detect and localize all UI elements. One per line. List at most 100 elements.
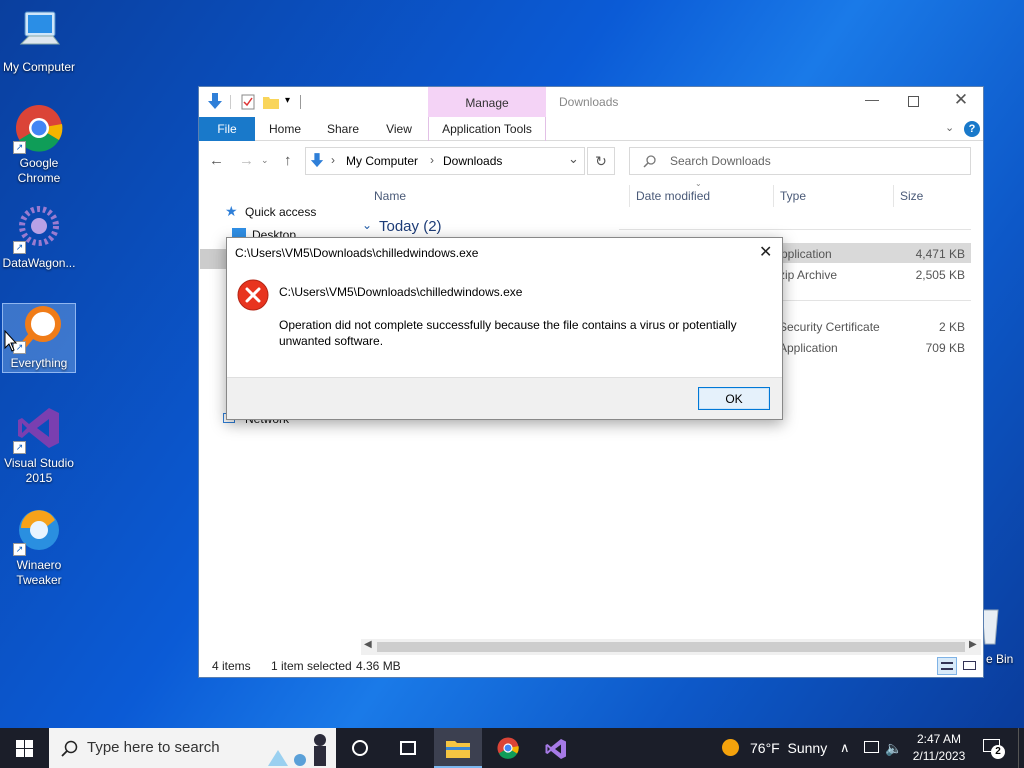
search-icon (61, 740, 78, 757)
task-view-icon (400, 741, 416, 755)
qat-dropdown-icon[interactable]: ▾ (285, 95, 290, 106)
forward-button[interactable]: → (239, 152, 254, 169)
help-icon[interactable]: ? (964, 121, 980, 137)
cortana-button[interactable] (336, 728, 384, 768)
chevron-right-icon: › (430, 153, 434, 167)
dialog-close-button[interactable]: ✕ (759, 242, 772, 262)
ok-button[interactable]: OK (698, 387, 770, 410)
address-bar[interactable]: › My Computer › Downloads ⌄ (305, 147, 585, 175)
clock-date[interactable]: 2/11/2023 (906, 749, 972, 763)
file-type-cell: Application (779, 341, 838, 355)
desktop-icon-recycle-bin[interactable]: e Bin (978, 606, 1024, 666)
file-size-cell: 2,505 KB (915, 268, 965, 282)
file-type-cell: Application (773, 247, 832, 261)
large-icons-view-button[interactable] (961, 657, 979, 675)
windows-logo-icon (15, 740, 33, 757)
desktop-icon-winaero-tweaker[interactable]: ↗ Winaero Tweaker (2, 506, 76, 588)
refresh-button[interactable]: ↻ (587, 147, 615, 175)
visual-studio-icon (545, 739, 566, 759)
desktop-icon-my-computer[interactable]: My Computer (2, 8, 76, 75)
group-divider (619, 229, 971, 230)
tab-home[interactable]: Home (261, 117, 309, 141)
maximize-button[interactable] (908, 96, 919, 107)
download-arrow-icon (208, 93, 222, 109)
tab-file[interactable]: File (199, 117, 255, 141)
desktop-icon-label: Winaero Tweaker (16, 558, 62, 587)
file-type-cell: Security Certificate (779, 320, 880, 334)
desktop-icon-visual-studio[interactable]: ↗ Visual Studio 2015 (2, 404, 76, 486)
group-header[interactable]: Today (2) (379, 218, 442, 235)
weather-text[interactable]: 76°F Sunny (750, 728, 827, 768)
nav-selected-row (200, 249, 226, 269)
desktop-icon-label: Visual Studio 2015 (4, 456, 74, 485)
taskbar: Type here to search 76°F Sunny ∧ 🔈 2:47 … (0, 728, 1024, 768)
new-folder-icon[interactable] (263, 95, 279, 109)
cortana-icon (352, 740, 368, 756)
window-title: Downloads (559, 95, 619, 109)
manage-context-tab[interactable]: Manage (428, 87, 546, 117)
weather-sun-icon (722, 739, 739, 756)
star-icon: ★ (225, 203, 238, 219)
task-view-button[interactable] (384, 728, 432, 768)
chevron-right-icon: › (331, 153, 335, 167)
status-item-count: 4 items (212, 659, 251, 673)
tab-view[interactable]: View (375, 117, 423, 141)
taskbar-file-explorer[interactable] (434, 728, 482, 768)
file-size-cell: 709 KB (925, 341, 965, 355)
column-header-date-modified[interactable]: Date modified (629, 185, 710, 207)
properties-icon[interactable] (241, 94, 255, 110)
visual-studio-icon: ↗ (13, 404, 63, 454)
minimize-button[interactable]: — (862, 91, 882, 107)
desktop-icon-datawagon[interactable]: ↗ DataWagon... (2, 204, 76, 271)
search-highlight-illustration-icon (268, 734, 326, 766)
desktop-icon-label: Everything (10, 356, 68, 370)
shortcut-arrow-icon: ↗ (13, 141, 26, 154)
horizontal-scrollbar[interactable]: ◀ ▶ (361, 639, 981, 655)
tab-application-tools[interactable]: Application Tools (428, 117, 546, 141)
show-hidden-icons-button[interactable]: ∧ (840, 728, 850, 768)
search-input[interactable]: Search Downloads (629, 147, 971, 175)
back-button[interactable]: ← (209, 152, 224, 169)
everything-icon: ↗ (13, 304, 63, 354)
error-icon (237, 279, 269, 311)
close-button[interactable]: ✕ (951, 90, 971, 110)
dialog-footer: OK (227, 377, 782, 419)
breadcrumb-downloads[interactable]: Downloads (443, 154, 502, 168)
dialog-title: C:\Users\VM5\Downloads\chilledwindows.ex… (235, 246, 479, 260)
scroll-right-icon[interactable]: ▶ (969, 639, 977, 650)
status-selected: 1 item selected (271, 659, 352, 673)
network-icon[interactable] (864, 741, 879, 753)
error-dialog[interactable]: C:\Users\VM5\Downloads\chilledwindows.ex… (226, 237, 783, 420)
taskbar-visual-studio[interactable] (532, 728, 580, 768)
tab-share[interactable]: Share (319, 117, 367, 141)
breadcrumb-my-computer[interactable]: My Computer (346, 154, 418, 168)
nav-quick-access[interactable]: Quick access (245, 205, 316, 219)
up-button[interactable]: ↑ (284, 152, 292, 169)
column-header-size[interactable]: Size (893, 185, 923, 207)
qat-separator (230, 95, 231, 109)
ribbon-expand-icon[interactable]: ⌄ (945, 121, 954, 134)
volume-icon[interactable]: 🔈 (885, 728, 902, 768)
desktop-icon-label: Google Chrome (17, 156, 61, 185)
column-header-name[interactable]: Name (374, 185, 406, 207)
title-bar[interactable]: ▾ Manage Downloads — ✕ (199, 87, 983, 117)
recent-locations-icon[interactable]: ⌄ (261, 155, 269, 166)
scroll-left-icon[interactable]: ◀ (364, 639, 372, 650)
desktop-icon-google-chrome[interactable]: ↗ Google Chrome (2, 104, 76, 186)
clock-time[interactable]: 2:47 AM (906, 732, 972, 746)
start-button[interactable] (0, 728, 48, 768)
notification-center-button[interactable]: 2 (982, 736, 1008, 760)
dialog-path: C:\Users\VM5\Downloads\chilledwindows.ex… (279, 285, 523, 299)
address-dropdown-icon[interactable]: ⌄ (568, 151, 579, 167)
details-view-button[interactable] (937, 657, 957, 675)
group-collapse-icon[interactable]: ⌄ (362, 218, 372, 232)
show-desktop-button[interactable] (1018, 728, 1024, 768)
file-size-cell: 4,471 KB (915, 247, 965, 261)
scrollbar-thumb[interactable] (377, 642, 965, 652)
shortcut-arrow-icon: ↗ (13, 441, 26, 454)
large-icons-view-icon (963, 661, 976, 670)
navigation-bar: ← → ⌄ ↑ › My Computer › Downloads ⌄ ↻ Se… (199, 145, 983, 179)
taskbar-chrome[interactable] (484, 728, 532, 768)
column-header-type[interactable]: Type (773, 185, 806, 207)
ribbon-tabs: File Home Share View Application Tools ⌄… (199, 117, 983, 141)
